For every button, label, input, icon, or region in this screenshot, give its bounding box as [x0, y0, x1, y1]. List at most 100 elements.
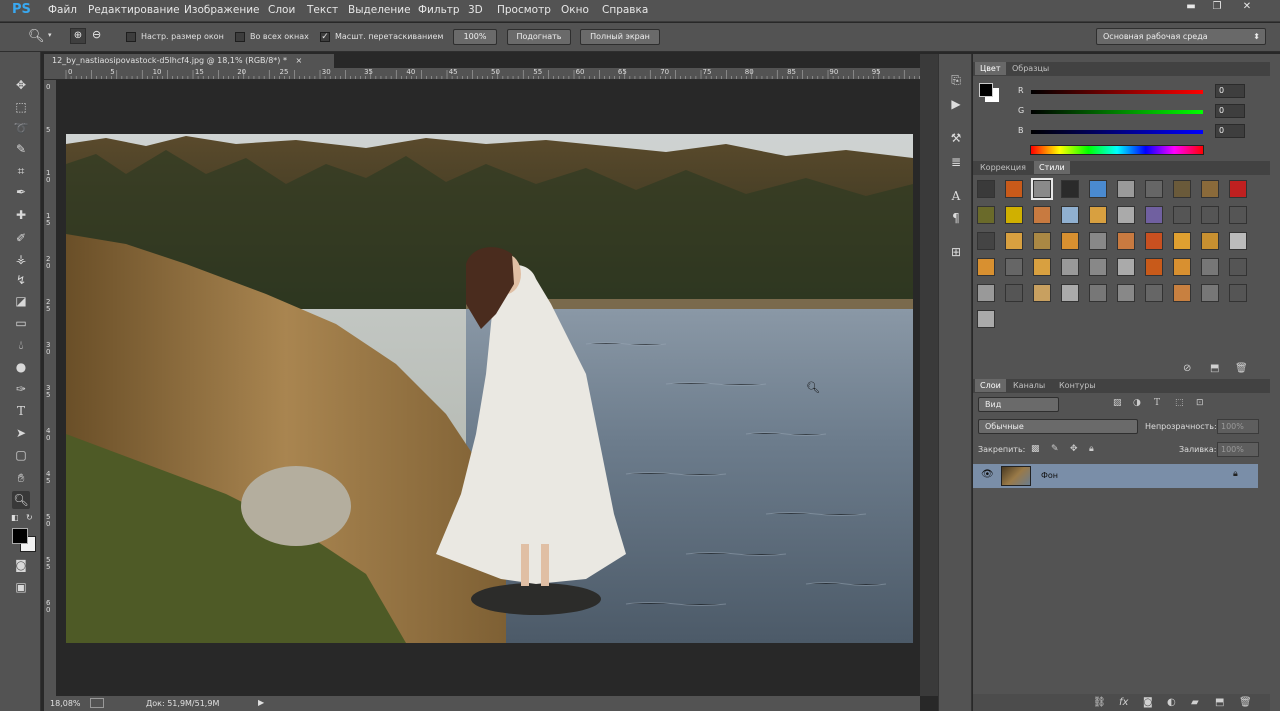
character-panel-icon[interactable]: A [948, 188, 964, 204]
style-preset-swatch[interactable] [1061, 232, 1079, 250]
style-preset-swatch[interactable] [1229, 284, 1247, 302]
filter-shape-icon[interactable]: ⬚ [1175, 398, 1184, 408]
lock-pixels-icon[interactable]: ✎ [1051, 444, 1059, 454]
crop-tool-icon[interactable]: ⌗ [12, 162, 30, 180]
style-preset-swatch[interactable] [1061, 258, 1079, 276]
style-preset-swatch[interactable] [1173, 206, 1191, 224]
document-image[interactable] [66, 134, 913, 643]
blue-value[interactable]: 0 [1215, 124, 1245, 138]
status-menu-arrow-icon[interactable]: ▶ [258, 698, 264, 707]
quick-mask-icon[interactable]: ◙ [12, 556, 30, 574]
default-colors-icon[interactable]: ◧ [11, 513, 19, 522]
tab-layers[interactable]: Слои [975, 379, 1006, 392]
brush-tool-icon[interactable]: ✐ [12, 229, 30, 247]
workspace-select[interactable]: Основная рабочая среда ⬍ [1096, 28, 1266, 45]
layer-row[interactable]: 👁︎ Фон 🔒︎ [973, 464, 1258, 488]
red-slider[interactable] [1031, 90, 1203, 94]
zoom-level[interactable]: 18,08% [50, 699, 81, 708]
clone-stamp-tool-icon[interactable]: ⚶ [12, 250, 30, 268]
filter-adjustment-icon[interactable]: ◑ [1133, 398, 1141, 408]
menu-view[interactable]: Просмотр [497, 4, 551, 16]
new-group-icon[interactable]: ▰ [1191, 697, 1199, 708]
eyedropper-tool-icon[interactable]: ✒ [12, 183, 30, 201]
style-preset-swatch[interactable] [977, 180, 995, 198]
style-preset-swatch[interactable] [1173, 180, 1191, 198]
style-preset-swatch[interactable] [1229, 258, 1247, 276]
style-preset-swatch[interactable] [1201, 206, 1219, 224]
style-preset-swatch[interactable] [1201, 180, 1219, 198]
vertical-scrollbar[interactable] [920, 54, 938, 696]
style-preset-swatch[interactable] [1089, 284, 1107, 302]
color-foreground-swatch[interactable] [979, 83, 993, 97]
style-preset-swatch[interactable] [1033, 206, 1051, 224]
lasso-tool-icon[interactable]: ➰ [12, 119, 30, 137]
layer-style-fx-icon[interactable]: fx [1119, 697, 1128, 708]
style-preset-swatch[interactable] [1005, 284, 1023, 302]
style-preset-swatch[interactable] [1145, 284, 1163, 302]
style-preset-swatch[interactable] [1005, 258, 1023, 276]
style-preset-swatch[interactable] [1089, 258, 1107, 276]
style-preset-swatch[interactable] [1061, 180, 1079, 198]
preset-dropdown-icon[interactable]: ▾ [48, 31, 52, 39]
menu-layers[interactable]: Слои [268, 4, 295, 16]
style-preset-swatch[interactable] [1173, 258, 1191, 276]
style-preset-swatch[interactable] [1005, 206, 1023, 224]
style-preset-swatch[interactable] [1061, 284, 1079, 302]
style-preset-swatch[interactable] [1145, 180, 1163, 198]
document-tab[interactable]: 12_by_nastiaosipovastock-d5lhcf4.jpg @ 1… [44, 54, 334, 68]
style-preset-swatch[interactable] [1145, 232, 1163, 250]
style-preset-swatch[interactable] [1033, 258, 1051, 276]
screen-mode-icon[interactable]: ▣ [12, 578, 30, 596]
red-value[interactable]: 0 [1215, 84, 1245, 98]
history-panel-icon[interactable]: ⎘ [948, 72, 964, 88]
style-preset-swatch[interactable] [1201, 258, 1219, 276]
style-preset-swatch[interactable] [1089, 232, 1107, 250]
fill-field[interactable]: 100% [1217, 442, 1259, 457]
zoom-out-icon[interactable]: ⊖ [92, 28, 101, 41]
color-spectrum-ramp[interactable] [1030, 145, 1204, 155]
style-preset-swatch[interactable] [1033, 284, 1051, 302]
menu-type[interactable]: Текст [307, 4, 338, 16]
quick-select-tool-icon[interactable]: ✎ [12, 140, 30, 158]
minimize-button[interactable]: ▬ [1180, 0, 1202, 16]
new-layer-icon[interactable]: ⬒ [1215, 697, 1224, 708]
delete-style-icon[interactable]: 🗑︎ [1235, 363, 1248, 374]
swap-colors-icon[interactable]: ↻ [26, 513, 33, 522]
style-preset-swatch[interactable] [1229, 180, 1247, 198]
tab-color[interactable]: Цвет [975, 62, 1006, 75]
style-preset-swatch[interactable] [1005, 180, 1023, 198]
filter-pixel-icon[interactable]: ▨ [1113, 398, 1122, 408]
lock-transparent-icon[interactable]: ▩ [1031, 444, 1040, 454]
menu-help[interactable]: Справка [602, 4, 648, 16]
zoom-tool-preset-icon[interactable]: 🔍︎ [28, 29, 45, 44]
blue-slider[interactable] [1031, 130, 1203, 134]
style-preset-swatch[interactable] [977, 206, 995, 224]
path-selection-tool-icon[interactable]: ➤ [12, 424, 30, 442]
style-preset-swatch[interactable] [1145, 258, 1163, 276]
dodge-tool-icon[interactable]: ● [12, 358, 30, 376]
tool-presets-icon[interactable]: ⚒ [948, 130, 964, 146]
layer-name[interactable]: Фон [1041, 471, 1058, 480]
menu-edit[interactable]: Редактирование [88, 4, 180, 16]
style-preset-swatch[interactable] [1145, 206, 1163, 224]
style-preset-swatch[interactable] [1117, 206, 1135, 224]
style-preset-swatch[interactable] [1033, 232, 1051, 250]
close-document-icon[interactable]: × [296, 56, 303, 65]
properties-panel-icon[interactable]: ⊞ [948, 244, 964, 260]
eraser-tool-icon[interactable]: ◪ [12, 292, 30, 310]
lock-all-icon[interactable]: 🔒︎ [1089, 444, 1094, 454]
rectangle-tool-icon[interactable]: ▢ [12, 446, 30, 464]
fit-screen-button[interactable]: Подогнать [507, 29, 571, 45]
style-preset-swatch[interactable] [1089, 180, 1107, 198]
opacity-field[interactable]: 100% [1217, 419, 1259, 434]
tab-styles[interactable]: Стили [1034, 161, 1070, 174]
clear-style-icon[interactable]: ⊘ [1183, 363, 1191, 374]
tab-paths[interactable]: Контуры [1054, 379, 1101, 392]
brush-panel-icon[interactable]: ≣ [948, 154, 964, 170]
layer-filter-dropdown[interactable]: Вид [978, 397, 1059, 412]
tab-adjustments[interactable]: Коррекция [975, 161, 1031, 174]
history-brush-tool-icon[interactable]: ↯ [12, 271, 30, 289]
add-mask-icon[interactable]: ◙ [1143, 697, 1153, 708]
menu-select[interactable]: Выделение [348, 4, 411, 16]
paragraph-panel-icon[interactable]: ¶ [948, 210, 964, 226]
